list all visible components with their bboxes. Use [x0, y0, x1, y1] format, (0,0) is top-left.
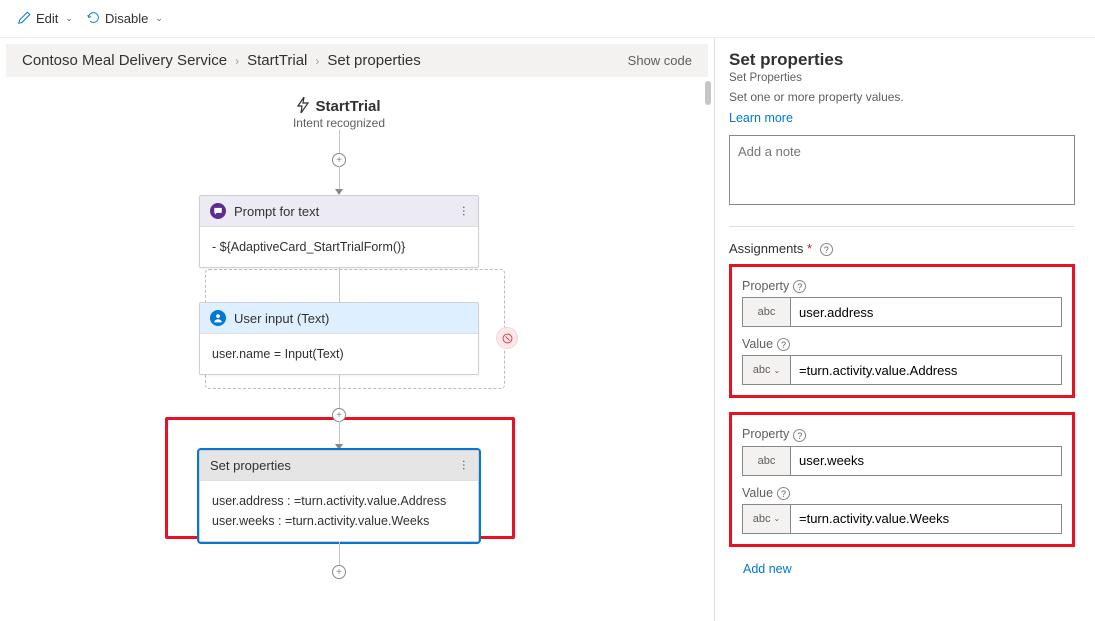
- canvas-area: Contoso Meal Delivery Service › StartTri…: [0, 38, 715, 621]
- set-properties-node-title: Set properties: [210, 458, 291, 473]
- breadcrumb: Contoso Meal Delivery Service › StartTri…: [22, 52, 421, 69]
- assignment-block-0: Property? abc Value? abc⌄: [729, 264, 1075, 398]
- panel-description: Set one or more property values.: [729, 90, 1075, 104]
- value-label: Value?: [742, 486, 1062, 500]
- edit-button[interactable]: Edit ⌄: [18, 11, 73, 27]
- add-node-button[interactable]: +: [332, 408, 346, 422]
- trigger-subtitle: Intent recognized: [293, 116, 385, 130]
- trigger-node[interactable]: StartTrial Intent recognized: [293, 97, 385, 130]
- note-textarea[interactable]: [729, 135, 1075, 205]
- value-input-0[interactable]: [791, 356, 1061, 384]
- panel-title: Set properties: [729, 50, 1075, 70]
- chevron-right-icon: ›: [235, 54, 239, 68]
- assignment-block-1: Property? abc Value? abc⌄: [729, 412, 1075, 546]
- chevron-right-icon: ›: [315, 54, 319, 68]
- prompt-node-title: Prompt for text: [234, 204, 319, 219]
- type-prefix-dropdown[interactable]: abc⌄: [743, 505, 791, 533]
- assignments-label: Assignments * ?: [729, 241, 1075, 256]
- breadcrumb-item-2[interactable]: Set properties: [327, 52, 420, 69]
- add-node-button[interactable]: +: [332, 565, 346, 579]
- setprops-line-1: user.address : =turn.activity.value.Addr…: [212, 491, 466, 511]
- breadcrumb-item-1[interactable]: StartTrial: [247, 52, 307, 69]
- property-input-row-0: abc: [742, 297, 1062, 327]
- help-icon[interactable]: ?: [777, 338, 790, 351]
- required-asterisk: *: [807, 241, 812, 256]
- chevron-down-icon: ⌄: [65, 13, 73, 24]
- type-prefix[interactable]: abc: [743, 298, 791, 326]
- property-input-row-1: abc: [742, 446, 1062, 476]
- chevron-down-icon: ⌄: [155, 13, 163, 24]
- value-input-row-1: abc⌄: [742, 504, 1062, 534]
- properties-panel: Set properties Set Properties Set one or…: [715, 38, 1095, 621]
- disable-label: Disable: [105, 11, 148, 26]
- set-properties-node-body: user.address : =turn.activity.value.Addr…: [200, 481, 478, 541]
- show-code-button[interactable]: Show code: [628, 53, 692, 68]
- property-label: Property?: [742, 427, 1062, 441]
- disable-button[interactable]: Disable ⌄: [87, 11, 163, 27]
- header-row: Contoso Meal Delivery Service › StartTri…: [6, 44, 708, 77]
- person-icon: [210, 310, 226, 326]
- help-icon[interactable]: ?: [820, 243, 833, 256]
- learn-more-link[interactable]: Learn more: [729, 111, 793, 125]
- user-input-node-title: User input (Text): [234, 311, 329, 326]
- chevron-down-icon: ⌄: [774, 514, 781, 523]
- add-new-link[interactable]: Add new: [743, 562, 792, 576]
- bolt-icon: [297, 97, 309, 116]
- edit-label: Edit: [36, 11, 58, 26]
- user-input-node-body: user.name = Input(Text): [200, 334, 478, 374]
- divider: [729, 226, 1075, 227]
- user-input-node[interactable]: User input (Text) user.name = Input(Text…: [199, 302, 479, 375]
- pencil-icon: [18, 11, 31, 27]
- help-icon[interactable]: ?: [793, 280, 806, 293]
- type-prefix-dropdown[interactable]: abc⌄: [743, 356, 791, 384]
- panel-subtype: Set Properties: [729, 72, 1075, 84]
- trigger-title-text: StartTrial: [315, 98, 380, 115]
- help-icon[interactable]: ?: [777, 487, 790, 500]
- value-input-row-0: abc⌄: [742, 355, 1062, 385]
- prompt-for-text-node[interactable]: Prompt for text ⋯ - ${AdaptiveCard_Start…: [199, 195, 479, 268]
- add-node-button[interactable]: +: [332, 153, 346, 167]
- type-prefix[interactable]: abc: [743, 447, 791, 475]
- value-label: Value?: [742, 337, 1062, 351]
- setprops-line-2: user.weeks : =turn.activity.value.Weeks: [212, 511, 466, 531]
- chevron-down-icon: ⌄: [774, 366, 781, 375]
- top-toolbar: Edit ⌄ Disable ⌄: [0, 0, 1095, 38]
- flow-canvas[interactable]: StartTrial Intent recognized + Prom: [0, 77, 714, 621]
- refresh-icon: [87, 11, 100, 27]
- prompt-node-body: - ${AdaptiveCard_StartTrialForm()}: [200, 227, 478, 267]
- breadcrumb-root[interactable]: Contoso Meal Delivery Service: [22, 52, 227, 69]
- node-menu-button[interactable]: ⋯: [458, 205, 471, 217]
- chat-icon: [210, 203, 226, 219]
- property-label: Property?: [742, 279, 1062, 293]
- set-properties-node[interactable]: Set properties ⋯ user.address : =turn.ac…: [199, 450, 479, 542]
- help-icon[interactable]: ?: [793, 429, 806, 442]
- value-input-1[interactable]: [791, 505, 1061, 533]
- property-input-1[interactable]: [791, 447, 1061, 475]
- node-menu-button[interactable]: ⋯: [458, 460, 471, 472]
- property-input-0[interactable]: [791, 298, 1061, 326]
